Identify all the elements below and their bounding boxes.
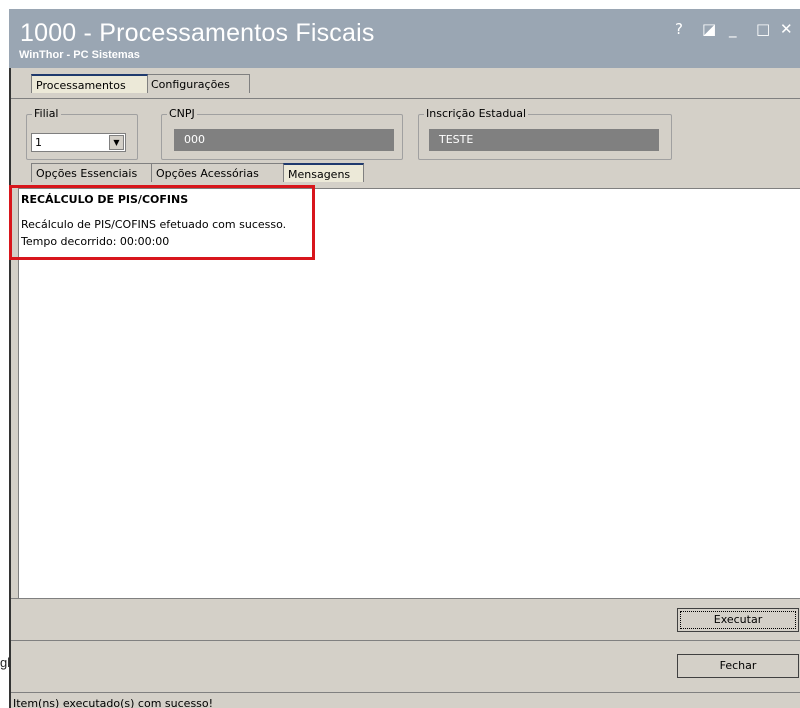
filial-select[interactable]: 1 ▼: [31, 133, 126, 152]
title-bar: 1000 - Processamentos Fiscais WinThor - …: [9, 9, 800, 68]
help-icon[interactable]: ?: [675, 20, 683, 38]
filial-value: 1: [35, 136, 42, 149]
message-line: Tempo decorrido: 00:00:00: [21, 235, 170, 248]
divider: [11, 598, 800, 599]
tab-processamentos[interactable]: Processamentos: [31, 74, 148, 93]
window-title: 1000 - Processamentos Fiscais: [20, 19, 375, 47]
tab-mensagens[interactable]: Mensagens: [283, 163, 364, 182]
filial-group: Filial 1 ▼: [26, 107, 138, 160]
tab-opcoes-essenciais[interactable]: Opções Essenciais: [31, 163, 153, 182]
close-button[interactable]: Fechar: [677, 654, 799, 678]
background-text-fragment: gl: [0, 655, 11, 670]
inscricao-group: Inscrição Estadual TESTE: [418, 107, 672, 160]
message-title: RECÁLCULO DE PIS/COFINS: [21, 193, 189, 206]
window-subtitle: WinThor - PC Sistemas: [19, 49, 140, 61]
messages-panel: RECÁLCULO DE PIS/COFINS Recálculo de PIS…: [18, 188, 800, 599]
inscricao-field[interactable]: TESTE: [429, 129, 659, 151]
cnpj-label: CNPJ: [167, 107, 197, 120]
maximize-icon[interactable]: □: [756, 20, 770, 38]
inscricao-label: Inscrição Estadual: [424, 107, 529, 120]
close-icon[interactable]: ✕: [780, 20, 793, 38]
status-bar: Item(ns) executado(s) com sucesso!: [13, 697, 214, 708]
minimize-icon[interactable]: _: [729, 20, 737, 38]
filial-label: Filial: [32, 107, 61, 120]
filters-panel: Filial 1 ▼ CNPJ 000 Inscrição Estadual T…: [11, 98, 800, 160]
divider: [11, 692, 800, 693]
tab-opcoes-acessorias[interactable]: Opções Acessórias: [151, 163, 285, 182]
chevron-down-icon[interactable]: ▼: [109, 135, 124, 150]
divider: [11, 640, 800, 641]
message-line: Recálculo de PIS/COFINS efetuado com suc…: [21, 218, 287, 231]
tab-configuracoes[interactable]: Configurações: [146, 74, 250, 93]
main-window: Processamentos Configurações Filial 1 ▼ …: [11, 68, 800, 708]
restore-icon[interactable]: ◪: [702, 20, 716, 38]
cnpj-field[interactable]: 000: [174, 129, 394, 151]
execute-button[interactable]: Executar: [677, 608, 799, 632]
cnpj-group: CNPJ 000: [161, 107, 403, 160]
